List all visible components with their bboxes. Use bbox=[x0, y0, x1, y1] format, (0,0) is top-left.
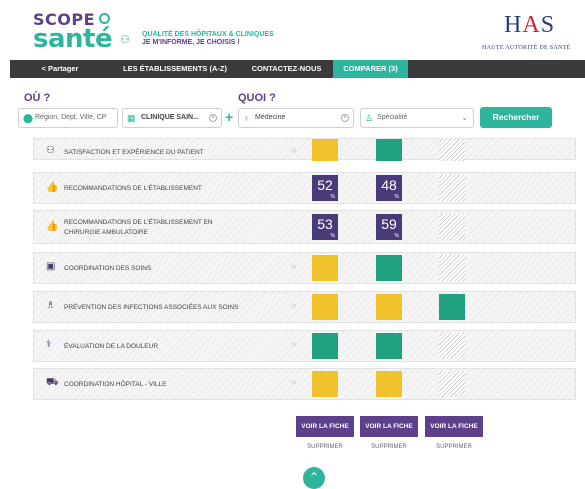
ou-label: OÙ ? bbox=[24, 92, 51, 104]
location-input[interactable]: ⬤ Région, Dept, Ville, CP bbox=[18, 108, 118, 128]
logo-sante[interactable]: santé bbox=[33, 26, 113, 52]
expand-arrows-icon[interactable]: » bbox=[291, 377, 297, 388]
rating-cell-2 bbox=[376, 371, 402, 397]
score-value: 53 bbox=[317, 216, 333, 232]
score-cell-2: 59 % bbox=[376, 214, 402, 240]
indicator-row-coordination-hopital-ville[interactable]: ⛟ COORDINATION HÔPITAL - VILLE » bbox=[33, 368, 576, 400]
nav-comparer[interactable]: COMPARER (3) bbox=[333, 60, 408, 78]
supprimer-link-3[interactable]: SUPPRIMER bbox=[425, 444, 483, 450]
rating-cell-3 bbox=[439, 255, 465, 281]
hospital-icon: ▦ bbox=[127, 113, 136, 123]
people-icon: ⚇ bbox=[120, 34, 130, 46]
ambulance-icon: ⛟ bbox=[46, 377, 59, 388]
score-cell-1: 52 % bbox=[312, 175, 338, 201]
has-subtitle: HAUTE AUTORITÉ DE SANTÉ bbox=[482, 45, 571, 51]
has-logo[interactable]: HAS bbox=[504, 12, 555, 39]
voir-fiche-button-1[interactable]: VOIR LA FICHE bbox=[296, 416, 354, 437]
nav-contact[interactable]: CONTACTEZ-NOUS bbox=[240, 60, 333, 78]
indicator-row-prevention-infections[interactable]: ♗ PRÉVENTION DES INFECTIONS ASSOCIÉES AU… bbox=[33, 291, 576, 323]
tagline: QUALITÉ DES HÔPITAUX & CLINIQUES JE M'IN… bbox=[142, 31, 274, 47]
search-button[interactable]: Rechercher bbox=[480, 107, 552, 128]
clipboard-icon: ▣ bbox=[46, 261, 56, 272]
rating-cell-3 bbox=[439, 214, 465, 240]
activity-input[interactable]: ♁ Médecine × bbox=[238, 108, 354, 128]
location-pin-icon: ⬤ bbox=[23, 113, 34, 123]
rating-cell-3 bbox=[439, 294, 465, 320]
specialty-placeholder: Spécialité bbox=[377, 114, 408, 121]
indicator-row-coordination-soins[interactable]: ▣ COORDINATION DES SOINS » bbox=[33, 252, 576, 284]
activity-icon: ♁ bbox=[243, 113, 250, 123]
plus-icon[interactable]: + bbox=[225, 108, 233, 126]
rating-cell-3 bbox=[439, 333, 465, 359]
expand-arrows-icon[interactable]: » bbox=[291, 300, 297, 311]
thumbs-up-icon: 👍 bbox=[46, 221, 59, 232]
thumbs-up-icon: 👍 bbox=[46, 182, 59, 193]
score-value: 59 bbox=[381, 216, 397, 232]
voir-fiche-button-3[interactable]: VOIR LA FICHE bbox=[425, 416, 483, 437]
voir-fiche-button-2[interactable]: VOIR LA FICHE bbox=[360, 416, 418, 437]
row-label: ÉVALUATION DE LA DOULEUR bbox=[64, 343, 159, 350]
main-nav: < Partager LES ÉTABLISSEMENTS (A-Z) CONT… bbox=[10, 60, 585, 78]
rating-cell-1 bbox=[312, 371, 338, 397]
nav-share[interactable]: < Partager bbox=[10, 60, 110, 78]
rating-cell-2 bbox=[376, 294, 402, 320]
score-value: 48 bbox=[381, 177, 397, 193]
row-label: SATISFACTION ET EXPÉRIENCE DU PATIENT bbox=[64, 149, 204, 156]
clear-icon[interactable]: × bbox=[209, 114, 217, 122]
pain-icon: ⚕ bbox=[46, 339, 52, 350]
indicator-row-satisfaction[interactable]: ⚇ SATISFACTION ET EXPÉRIENCE DU PATIENT … bbox=[33, 138, 576, 161]
specialty-select[interactable]: ♙ Spécialité ⌄ bbox=[360, 108, 474, 128]
expand-arrows-icon[interactable]: » bbox=[291, 261, 297, 272]
rating-cell-1 bbox=[312, 333, 338, 359]
establishment-value: CLINIQUE SAIN... bbox=[141, 114, 199, 121]
row-label: COORDINATION DES SOINS bbox=[64, 265, 152, 272]
rating-cell-3 bbox=[439, 371, 465, 397]
hand-sanitizer-icon: ♗ bbox=[46, 300, 55, 311]
row-label: RECOMMANDATIONS DE L'ÉTABLISSEMENT bbox=[64, 185, 202, 192]
score-cell-1: 53 % bbox=[312, 214, 338, 240]
tagline-line2: JE M'INFORME, JE CHOISIS ! bbox=[142, 39, 240, 46]
supprimer-link-1[interactable]: SUPPRIMER bbox=[296, 444, 354, 450]
doctor-icon: ♙ bbox=[365, 113, 374, 123]
rating-cell-3 bbox=[439, 175, 465, 201]
satisfaction-icon: ⚇ bbox=[46, 145, 55, 156]
tagline-line1: QUALITÉ DES HÔPITAUX & CLINIQUES bbox=[142, 31, 274, 38]
indicator-row-recommandations[interactable]: 👍 RECOMMANDATIONS DE L'ÉTABLISSEMENT 52 … bbox=[33, 172, 576, 204]
rating-cell-2 bbox=[376, 333, 402, 359]
indicator-row-recommandations-ambulatoire[interactable]: 👍 RECOMMANDATIONS DE L'ÉTABLISSEMENT EN … bbox=[33, 210, 576, 244]
score-value: 52 bbox=[317, 177, 333, 193]
chevron-down-icon: ⌄ bbox=[461, 113, 468, 122]
rating-cell-1 bbox=[312, 139, 338, 161]
clear-icon[interactable]: × bbox=[341, 114, 349, 122]
rating-cell-1 bbox=[312, 255, 338, 281]
row-label: PRÉVENTION DES INFECTIONS ASSOCIÉES AUX … bbox=[64, 304, 239, 311]
score-cell-2: 48 % bbox=[376, 175, 402, 201]
rating-cell-2 bbox=[376, 139, 402, 161]
scroll-top-icon[interactable]: ⌃ bbox=[303, 467, 325, 489]
rating-cell-1 bbox=[312, 294, 338, 320]
expand-arrows-icon[interactable]: » bbox=[291, 145, 297, 156]
rating-cell-2 bbox=[376, 255, 402, 281]
location-placeholder: Région, Dept, Ville, CP bbox=[35, 114, 107, 121]
row-label: COORDINATION HÔPITAL - VILLE bbox=[64, 381, 167, 388]
indicator-row-douleur[interactable]: ⚕ ÉVALUATION DE LA DOULEUR » bbox=[33, 330, 576, 362]
header: SCOPE santé ⚇ QUALITÉ DES HÔPITAUX & CLI… bbox=[0, 0, 585, 58]
row-label-line2: CHIRURGIE AMBULATOIRE bbox=[64, 229, 148, 236]
supprimer-link-2[interactable]: SUPPRIMER bbox=[360, 444, 418, 450]
logo-bubble-icon bbox=[99, 13, 110, 24]
row-label-line1: RECOMMANDATIONS DE L'ÉTABLISSEMENT EN bbox=[64, 219, 213, 226]
expand-arrows-icon[interactable]: » bbox=[291, 339, 297, 350]
nav-etablissements[interactable]: LES ÉTABLISSEMENTS (A-Z) bbox=[110, 60, 240, 78]
rating-cell-3 bbox=[439, 139, 465, 161]
activity-value: Médecine bbox=[255, 114, 286, 121]
quoi-label: QUOI ? bbox=[238, 92, 276, 104]
establishment-input[interactable]: ▦ CLINIQUE SAIN... × bbox=[122, 108, 222, 128]
